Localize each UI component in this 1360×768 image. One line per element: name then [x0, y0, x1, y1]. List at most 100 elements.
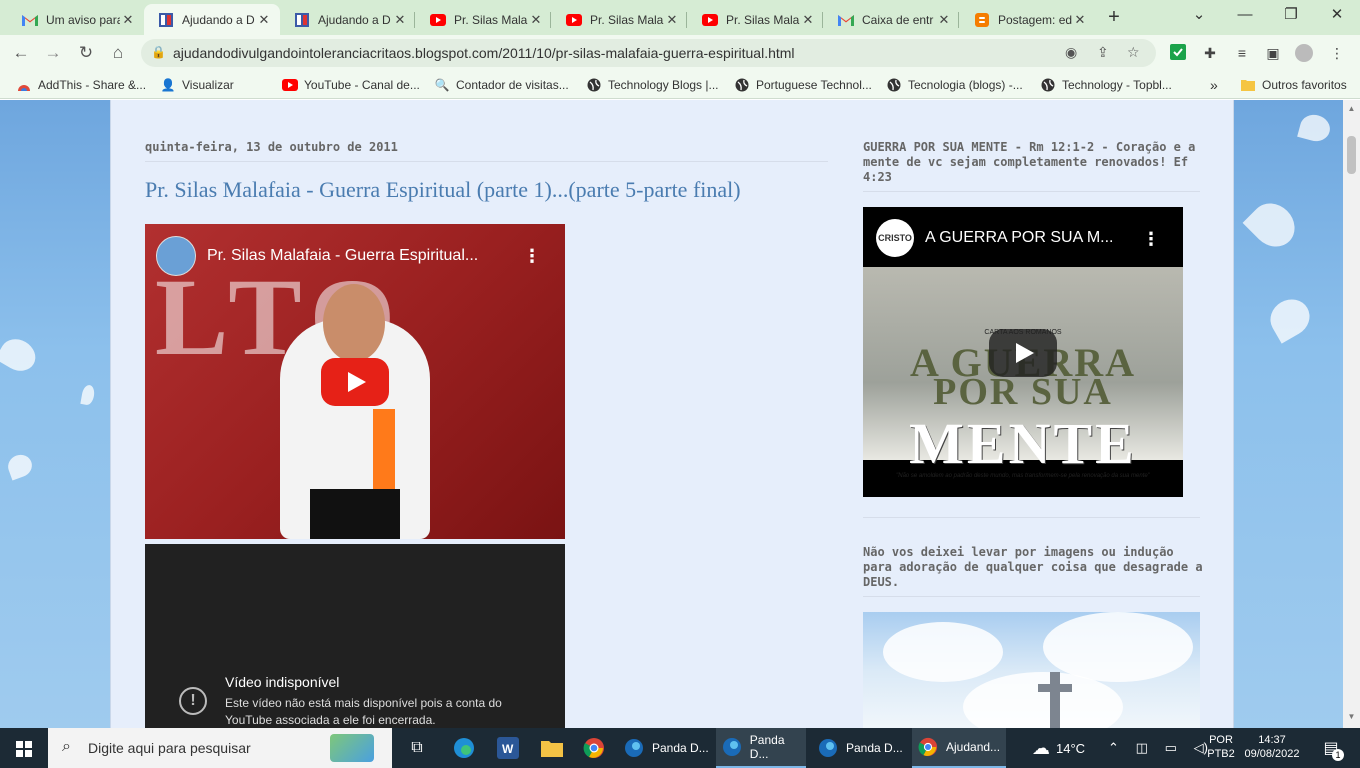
scroll-down-arrow[interactable]: ▼: [1346, 712, 1357, 721]
address-bar[interactable]: 🔒 ajudandodivulgandointoleranciacritaos.…: [141, 39, 1156, 67]
bookmark-technology-blogs[interactable]: Technology Blogs |...: [586, 76, 719, 94]
more-options-icon[interactable]: ⋮: [1142, 229, 1160, 250]
tab-youtube-2[interactable]: Pr. Silas Mala ✕: [552, 4, 688, 35]
tab-title: Ajudando a D: [318, 12, 391, 27]
bookmark-addthis[interactable]: AddThis - Share &...: [16, 76, 146, 94]
extensions-puzzle-icon[interactable]: ✚: [1201, 44, 1219, 62]
extension-check-icon[interactable]: [1169, 44, 1187, 62]
tab-youtube-3[interactable]: Pr. Silas Mala ✕: [688, 4, 824, 35]
bookmark-portuguese-technol[interactable]: Portuguese Technol...: [734, 76, 872, 94]
notification-count: 1: [1332, 749, 1344, 761]
search-highlight-icon[interactable]: [330, 734, 374, 762]
visualizar-icon: 👤: [160, 78, 176, 92]
taskbar-app-panda-2[interactable]: Panda D...: [716, 728, 806, 768]
scroll-up-arrow[interactable]: ▲: [1346, 104, 1357, 113]
taskbar-app-chrome[interactable]: Ajudand...: [912, 728, 1006, 768]
youtube-icon: [282, 77, 298, 93]
menu-kebab-icon[interactable]: ⋮: [1328, 44, 1346, 62]
play-button[interactable]: [989, 329, 1057, 377]
bookmark-star-icon[interactable]: ☆: [1127, 44, 1140, 61]
task-view-icon[interactable]: ⧉: [404, 728, 430, 768]
channel-avatar[interactable]: [156, 236, 196, 276]
post-title-link[interactable]: Pr. Silas Malafaia - Guerra Espiritual (…: [145, 177, 741, 203]
channel-avatar[interactable]: CRISTO: [876, 219, 914, 257]
tab-ajudando-active[interactable]: Ajudando a D ✕: [144, 4, 280, 35]
tab-youtube-1[interactable]: Pr. Silas Mala ✕: [416, 4, 552, 35]
bookmark-label: Visualizar: [182, 78, 234, 92]
close-tab-icon[interactable]: ✕: [936, 12, 952, 28]
tracking-protection-icon[interactable]: ◉: [1065, 44, 1077, 61]
folder-icon: [1240, 77, 1256, 93]
close-tab-icon[interactable]: ✕: [120, 12, 136, 28]
taskbar-app-panda-3[interactable]: Panda D...: [816, 728, 906, 768]
close-window-button[interactable]: ✕: [1314, 0, 1360, 32]
close-tab-icon[interactable]: ✕: [528, 12, 544, 28]
blogger-icon: [974, 12, 990, 28]
new-tab-button[interactable]: +: [1102, 6, 1126, 30]
word-icon[interactable]: W: [494, 728, 522, 768]
camera-icon[interactable]: ◫: [1136, 740, 1148, 756]
bookmark-visualizar[interactable]: 👤 Visualizar: [160, 76, 234, 94]
tab-title: Postagem: ed: [998, 12, 1072, 27]
video-title[interactable]: Pr. Silas Malafaia - Guerra Espiritual..…: [207, 247, 478, 265]
close-tab-icon[interactable]: ✕: [1072, 12, 1088, 28]
close-tab-icon[interactable]: ✕: [800, 12, 816, 28]
youtube-embed-2[interactable]: ! Vídeo indisponível Este vídeo não está…: [145, 544, 565, 728]
sidebar-widget-title: Não vos deixei levar por imagens ou indu…: [863, 545, 1203, 589]
file-explorer-icon[interactable]: [538, 728, 566, 768]
globe-icon: [886, 77, 902, 93]
close-tab-icon[interactable]: ✕: [256, 12, 272, 28]
start-button[interactable]: [0, 728, 48, 768]
other-bookmarks[interactable]: Outros favoritos: [1240, 76, 1347, 94]
youtube-embed-sidebar[interactable]: CARTA AOS ROMANOS A GUERRA POR SUA MENTE…: [863, 207, 1183, 497]
reload-button[interactable]: ↻: [73, 40, 99, 66]
cross-icon: [1050, 672, 1060, 728]
tab-separator: [958, 12, 959, 28]
notification-center-button[interactable]: ▤ 1: [1316, 728, 1346, 768]
forward-button[interactable]: →: [40, 40, 66, 66]
page-scrollbar[interactable]: ▲ ▼: [1343, 100, 1360, 728]
bookmark-technology-topbl[interactable]: Technology - Topbl...: [1040, 76, 1172, 94]
tab-gmail-aviso[interactable]: Um aviso para ✕: [8, 4, 144, 35]
profile-avatar[interactable]: [1295, 44, 1313, 62]
tab-search-chevron-icon[interactable]: ⌄: [1176, 0, 1222, 32]
play-button[interactable]: [321, 358, 389, 406]
close-tab-icon[interactable]: ✕: [664, 12, 680, 28]
taskbar-search-box[interactable]: ⌕ Digite aqui para pesquisar: [48, 728, 392, 768]
home-button[interactable]: ⌂: [105, 40, 131, 66]
side-panel-icon[interactable]: ▣: [1264, 44, 1282, 62]
more-options-icon[interactable]: ⋮: [523, 246, 541, 267]
divider: [863, 517, 1200, 518]
back-button[interactable]: ←: [8, 40, 34, 66]
youtube-embed-1[interactable]: LTO Pr. Silas Malafaia - Guerra Espiritu…: [145, 224, 565, 539]
taskbar-app-label: Panda D...: [652, 741, 709, 755]
bookmark-youtube-canal[interactable]: YouTube - Canal de...: [282, 76, 420, 94]
lock-icon[interactable]: 🔒: [151, 45, 166, 59]
tab-ajudando-2[interactable]: Ajudando a D ✕: [280, 4, 416, 35]
url-text[interactable]: ajudandodivulgandointoleranciacritaos.bl…: [173, 45, 795, 61]
media-control-icon[interactable]: ≡: [1233, 44, 1251, 62]
clock[interactable]: 14:37 09/08/2022: [1240, 728, 1304, 768]
bookmark-label: Tecnologia (blogs) -...: [908, 78, 1023, 92]
edge-icon[interactable]: [450, 728, 478, 768]
tab-gmail-caixa[interactable]: Caixa de entr ✕: [824, 4, 960, 35]
scroll-thumb[interactable]: [1347, 136, 1356, 174]
chevron-up-icon[interactable]: ⌃: [1108, 740, 1119, 756]
bookmark-label: Portuguese Technol...: [756, 78, 872, 92]
sidebar-widget-title: GUERRA POR SUA MENTE - Rm 12:1-2 - Coraç…: [863, 140, 1196, 184]
language-indicator[interactable]: POR PTB2: [1206, 728, 1236, 768]
restore-button[interactable]: ❐: [1268, 0, 1314, 32]
chrome-icon: [916, 735, 940, 759]
minimize-button[interactable]: —: [1222, 0, 1268, 32]
bookmark-tecnologia-blogs[interactable]: Tecnologia (blogs) -...: [886, 76, 1023, 94]
share-icon[interactable]: ⇪: [1097, 44, 1109, 61]
bookmark-contador[interactable]: 🔍 Contador de visitas...: [434, 76, 569, 94]
tab-blogger-postagem[interactable]: Postagem: ed ✕: [960, 4, 1096, 35]
weather-widget[interactable]: ☁ 14°C: [1032, 728, 1102, 768]
chrome-icon[interactable]: [580, 728, 608, 768]
bookmarks-overflow-button[interactable]: »: [1210, 76, 1218, 94]
taskbar-app-panda-1[interactable]: Panda D...: [622, 728, 712, 768]
network-icon[interactable]: ▭: [1165, 740, 1177, 756]
video-title[interactable]: A GUERRA POR SUA M...: [925, 229, 1114, 247]
close-tab-icon[interactable]: ✕: [392, 12, 408, 28]
